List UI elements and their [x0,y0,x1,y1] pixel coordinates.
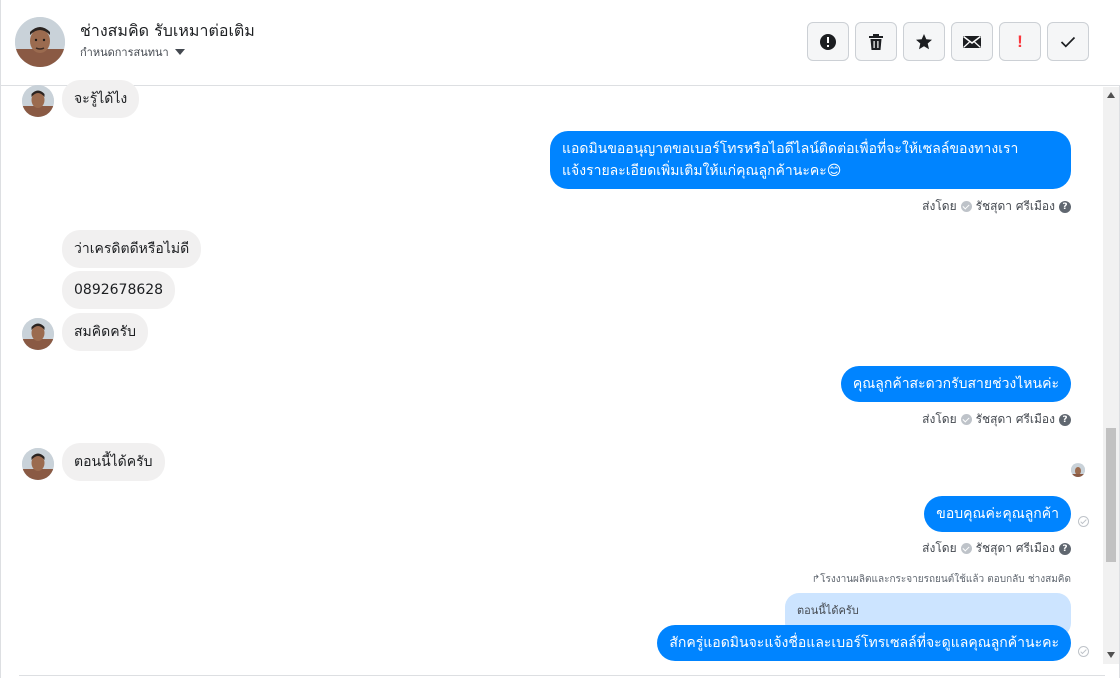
outgoing-message[interactable]: ขอบคุณค่ะคุณลูกค้า [924,496,1071,532]
sent-by-label: ส่งโดย [922,541,957,555]
sender-avatar[interactable] [22,85,54,117]
page-check-icon [960,414,972,425]
assign-conversation-label: กำหนดการสนทนา [80,46,169,59]
sent-by-agent: รัชสุดา ศรีเมือง [975,199,1055,213]
incoming-message[interactable]: ตอนนี้ได้ครับ [62,443,165,481]
incoming-message[interactable]: 0892678628 [62,271,176,309]
assign-conversation-dropdown[interactable]: กำหนดการสนทนา [80,43,185,61]
check-icon [1060,36,1076,48]
sent-by-label: ส่งโดย [922,199,957,213]
help-icon[interactable]: ? [1059,200,1071,213]
mark-done-button[interactable] [1047,22,1089,61]
page-check-icon [960,201,972,212]
spam-exclamation-icon: ! [1017,31,1023,51]
seen-by-avatar [1071,463,1085,477]
caret-down-icon [174,49,185,55]
contact-name[interactable]: ช่างสมคิด รับเหมาต่อเติม [80,19,255,44]
trash-icon [868,33,884,51]
incoming-message[interactable]: สมคิดครับ [62,313,149,351]
star-icon [915,33,933,51]
outgoing-message[interactable]: คุณลูกค้าสะดวกรับสายช่วงไหนค่ะ [840,366,1071,402]
delivered-check-icon [1078,516,1089,527]
outgoing-message[interactable]: แอดมินขออนุญาตขอเบอร์โทรหรือไอดีไลน์ติดต… [550,131,1071,189]
contact-avatar[interactable] [15,17,65,67]
delete-button[interactable] [855,22,897,61]
mark-unread-button[interactable] [951,22,993,61]
outgoing-message[interactable]: สักครู่แอดมินจะแจ้งชื่อและเบอร์โทรเซลล์ท… [657,625,1071,661]
alert-button[interactable] [807,22,849,61]
sent-by-agent: รัชสุดา ศรีเมือง [975,541,1055,555]
message-line: แจ้งรายละเอียดเพิ่มเติมให้แก่คุณลูกค้านะ… [562,163,842,179]
help-icon[interactable]: ? [1059,413,1071,426]
incoming-message[interactable]: ว่าเครดิตดีหรือไม่ดี [62,230,202,268]
envelope-icon [963,35,981,49]
message-list-scrollbar[interactable] [1103,87,1119,664]
sent-by-meta: ส่งโดย รัชสุดา ศรีเมือง ? [922,197,1071,216]
conversation-toolbar: ! [807,22,1089,61]
conversation-header: ช่างสมคิด รับเหมาต่อเติม กำหนดการสนทนา ! [1,0,1120,86]
page-check-icon [960,543,972,554]
help-icon[interactable]: ? [1059,542,1071,555]
sender-avatar[interactable] [22,448,54,480]
star-button[interactable] [903,22,945,61]
sent-by-label: ส่งโดย [922,412,957,426]
quoted-message-text: ตอนนี้ได้ครับ [797,604,859,617]
sent-by-agent: รัชสุดา ศรีเมือง [975,412,1055,426]
sent-by-meta: ส่งโดย รัชสุดา ศรีเมือง ? [922,539,1071,558]
delivered-check-icon [1078,646,1089,657]
mark-spam-button[interactable]: ! [999,22,1041,61]
exclamation-circle-icon [819,33,837,51]
scroll-down-arrow-icon[interactable] [1107,652,1115,658]
reply-context-note: ↱โรงงานผลิตและกระจายรถยนต์ใช้แล้ว ตอบกลั… [811,574,1071,585]
sent-by-meta: ส่งโดย รัชสุดา ศรีเมือง ? [922,410,1071,429]
sender-avatar[interactable] [22,318,54,350]
scrollbar-thumb[interactable] [1106,428,1116,562]
incoming-message[interactable]: จะรู้ได้ไง [62,80,140,118]
scroll-up-arrow-icon[interactable] [1107,92,1115,98]
message-line: แอดมินขออนุญาตขอเบอร์โทรหรือไอดีไลน์ติดต… [562,141,1019,157]
inbox-conversation-panel: ช่างสมคิด รับเหมาต่อเติม กำหนดการสนทนา !… [0,0,1120,678]
